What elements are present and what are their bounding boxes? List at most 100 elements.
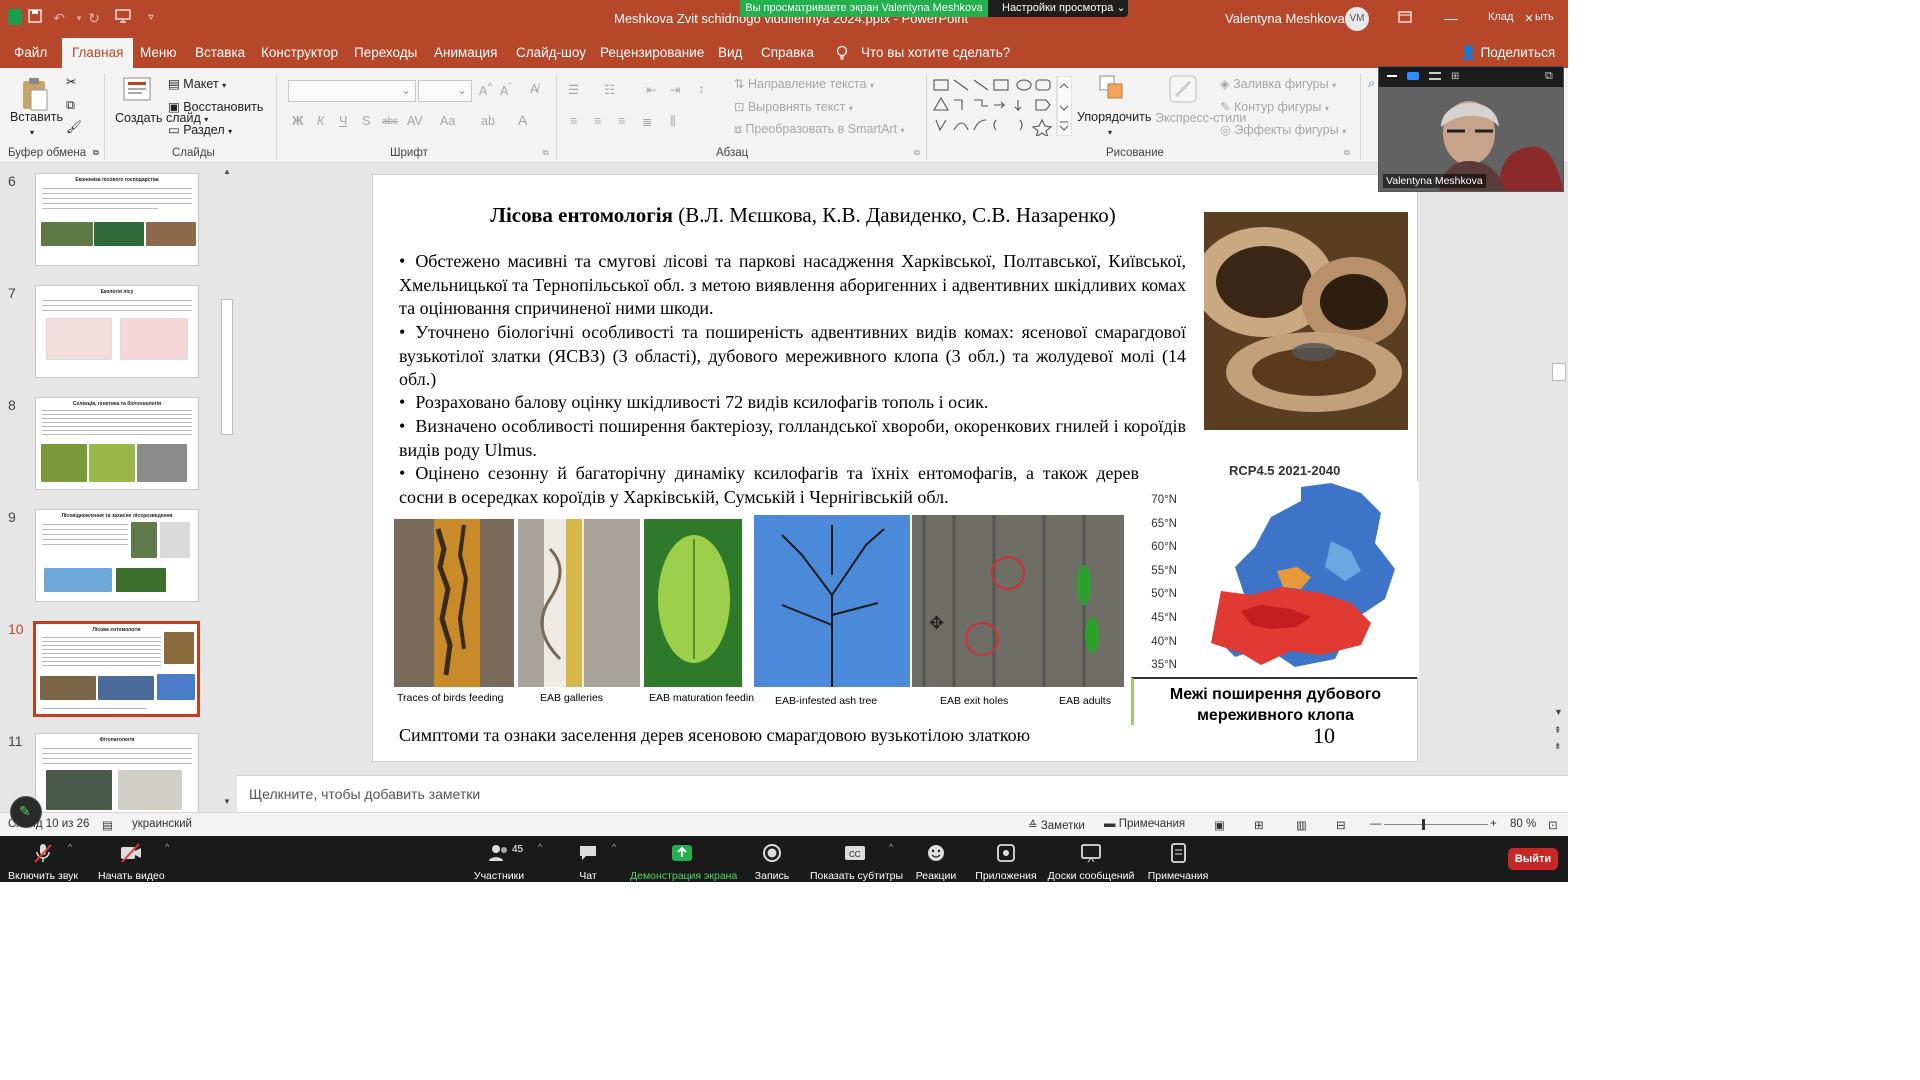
- italic-icon[interactable]: К: [317, 114, 324, 128]
- shrink-font-icon[interactable]: Aˇ: [500, 82, 512, 98]
- save-icon[interactable]: [26, 9, 44, 27]
- captions-button[interactable]: CC Показать субтитры: [810, 842, 903, 882]
- current-slide[interactable]: Лісова ентомологія (В.Л. Мєшкова, К.В. Д…: [372, 174, 1419, 762]
- align-right-icon[interactable]: ≡: [618, 114, 625, 128]
- slideshow-from-start-icon[interactable]: [114, 9, 132, 27]
- paste-dropdown-icon[interactable]: ▾: [30, 128, 34, 137]
- minimize-video-icon[interactable]: [1387, 75, 1397, 77]
- comments-toggle[interactable]: ▬ Примечания: [1104, 818, 1185, 830]
- underline-icon[interactable]: Ч: [339, 114, 347, 128]
- scroll-thumb[interactable]: [1552, 363, 1566, 381]
- avatar[interactable]: VM: [1345, 7, 1369, 31]
- minimize-icon[interactable]: —: [1442, 9, 1460, 27]
- decrease-indent-icon[interactable]: ⇤: [646, 82, 656, 97]
- notes-placeholder[interactable]: Щелкните, чтобы добавить заметки: [249, 786, 480, 802]
- tab-file[interactable]: Файл: [14, 45, 47, 60]
- section-button[interactable]: ▭ Раздел ▾: [168, 122, 232, 137]
- shadow-icon[interactable]: S: [362, 114, 370, 128]
- highlight-icon[interactable]: ab: [481, 114, 495, 128]
- strip-view-icon[interactable]: [1429, 72, 1441, 80]
- tab-design[interactable]: Конструктор: [261, 45, 338, 60]
- redo-icon[interactable]: ↻: [85, 9, 103, 27]
- clipboard-launcher-icon[interactable]: ⧉: [93, 148, 99, 158]
- bullets-icon[interactable]: ☰: [568, 82, 579, 97]
- clear-formatting-icon[interactable]: A̸: [530, 82, 538, 96]
- language-indicator[interactable]: украинский: [132, 818, 192, 830]
- slide-title[interactable]: Лісова ентомологія (В.Л. Мєшкова, К.В. Д…: [443, 203, 1163, 228]
- bullet-3[interactable]: • Розраховано балову оцінку шкідливості 7…: [399, 391, 1186, 415]
- slideshow-view-icon[interactable]: ⊟: [1336, 818, 1346, 832]
- participant-video[interactable]: ⊞ ⧉ Valentyna Meshkova: [1378, 66, 1564, 192]
- cut-icon[interactable]: ✂: [66, 74, 76, 89]
- thumbnail-slide-7[interactable]: Екологія лісу: [35, 285, 199, 378]
- bullet-1[interactable]: • Обстежено масивні та смугові лісові та …: [399, 250, 1186, 321]
- bullet-4[interactable]: • Визначено особливості поширення бактері…: [399, 415, 1186, 462]
- leave-button[interactable]: Выйти: [1508, 848, 1558, 870]
- layout-button[interactable]: ▤ Макет ▾: [168, 76, 226, 91]
- tab-view[interactable]: Вид: [718, 45, 742, 60]
- font-family-select[interactable]: ⌄: [288, 80, 416, 102]
- character-spacing-icon[interactable]: AV: [407, 114, 423, 128]
- notes-pane[interactable]: Щелкните, чтобы добавить заметки: [237, 775, 1568, 812]
- numbering-icon[interactable]: ☷: [604, 82, 615, 97]
- new-slide-icon[interactable]: [122, 74, 154, 107]
- chat-button[interactable]: Чат: [570, 842, 606, 882]
- pop-out-icon[interactable]: ⧉: [1545, 70, 1553, 83]
- spellcheck-icon[interactable]: ▤: [102, 818, 113, 832]
- tab-slideshow[interactable]: Слайд-шоу: [516, 45, 586, 60]
- tell-me-search[interactable]: Что вы хотите сделать?: [861, 45, 1010, 60]
- paste-button[interactable]: Вставить: [10, 110, 63, 124]
- tab-help[interactable]: Справка: [761, 45, 814, 60]
- zoom-slider-thumb[interactable]: [1422, 819, 1425, 830]
- zoom-out-icon[interactable]: —: [1370, 818, 1382, 830]
- tab-transitions[interactable]: Переходы: [354, 45, 417, 60]
- speaker-view-icon[interactable]: [1407, 72, 1419, 80]
- share-screen-button[interactable]: Демонстрация экрана: [630, 842, 737, 882]
- font-size-select[interactable]: ⌄: [418, 80, 472, 102]
- record-button[interactable]: Запись: [752, 842, 792, 882]
- photos-caption[interactable]: Симптоми та ознаки заселення дерев ясено…: [399, 725, 1030, 746]
- find-icon[interactable]: ⌕: [1368, 76, 1375, 91]
- align-left-icon[interactable]: ≡: [570, 114, 577, 128]
- arrange-button[interactable]: Упорядочить: [1077, 110, 1151, 124]
- customize-qat-icon[interactable]: ▿: [142, 9, 160, 27]
- undo-icon[interactable]: ↶: [50, 9, 68, 27]
- format-painter-icon[interactable]: 🖌: [66, 120, 82, 135]
- align-text-button[interactable]: ⊡ Выровнять текст ▾: [734, 99, 853, 114]
- bullet-2[interactable]: • Уточнено біологічні особливості та поши…: [399, 321, 1186, 392]
- close-label[interactable]: ыть: [1535, 11, 1554, 23]
- next-slide-icon[interactable]: ⇟: [1554, 741, 1562, 752]
- shape-fill-button[interactable]: ◈ Заливка фигуры ▾: [1220, 76, 1336, 91]
- previous-slide-icon[interactable]: ⇞: [1554, 725, 1562, 736]
- thumbnail-slide-8[interactable]: Селекція, генетика та біотехнологія: [35, 397, 199, 490]
- zoom-in-icon[interactable]: +: [1490, 818, 1497, 830]
- font-launcher-icon[interactable]: ⧉: [543, 148, 549, 158]
- reactions-button[interactable]: Реакции: [914, 842, 958, 882]
- annotate-fab[interactable]: ✎: [10, 796, 42, 828]
- line-spacing-icon[interactable]: ↕: [698, 82, 704, 96]
- notes-button[interactable]: Примечания: [1146, 842, 1210, 882]
- copy-icon[interactable]: ⧉: [66, 98, 75, 113]
- ribbon-display-options-icon[interactable]: [1396, 9, 1414, 27]
- view-settings-button[interactable]: Настройки просмотра ⌄: [988, 0, 1128, 17]
- slide-sorter-icon[interactable]: ⊞: [1254, 818, 1264, 832]
- audio-options-icon[interactable]: ^: [68, 842, 72, 852]
- whiteboards-button[interactable]: Доски сообщений: [1046, 842, 1136, 882]
- slide-scrollbar[interactable]: ▼ ⇞ ⇟: [1551, 163, 1568, 775]
- shapes-gallery[interactable]: [932, 75, 1073, 139]
- fit-to-window-icon[interactable]: ⊡: [1548, 818, 1558, 832]
- strikethrough-icon[interactable]: abc: [382, 116, 398, 127]
- normal-view-icon[interactable]: ▣: [1214, 818, 1225, 832]
- justify-icon[interactable]: ≣: [642, 114, 652, 129]
- notes-toggle[interactable]: ≙ Заметки: [1028, 818, 1085, 832]
- chevron-down-icon[interactable]: ▾: [1108, 128, 1112, 137]
- quick-styles-icon[interactable]: [1166, 74, 1200, 109]
- user-name[interactable]: Valentyna Meshkova: [1225, 11, 1345, 26]
- quick-styles-button[interactable]: Экспресс-стили: [1155, 110, 1246, 126]
- reading-view-icon[interactable]: ▥: [1296, 818, 1307, 832]
- reset-button[interactable]: ▣ Восстановить: [168, 99, 263, 114]
- columns-icon[interactable]: ⫼: [670, 114, 676, 129]
- scroll-thumb[interactable]: [221, 299, 233, 435]
- convert-smartart-button[interactable]: ⧈ Преобразовать в SmartArt ▾: [734, 122, 905, 137]
- paragraph-launcher-icon[interactable]: ⧉: [914, 148, 920, 158]
